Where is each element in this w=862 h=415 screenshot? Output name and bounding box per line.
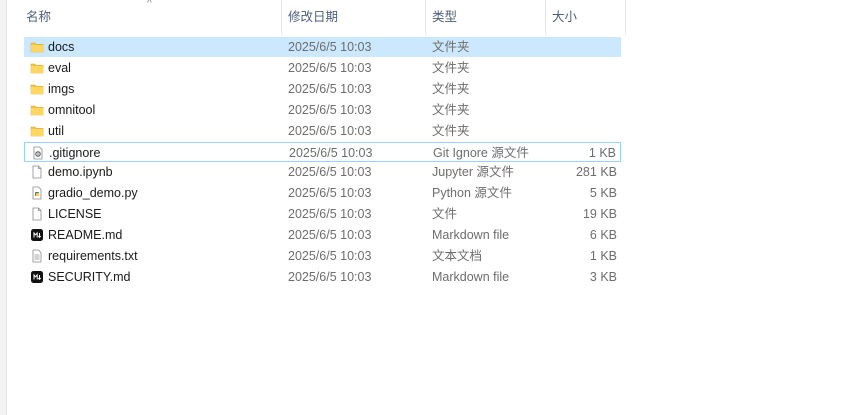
text-file-icon xyxy=(30,249,44,263)
file-type: Jupyter 源文件 xyxy=(432,165,514,180)
file-name: eval xyxy=(48,60,71,75)
file-row[interactable]: SECURITY.md 2025/6/5 10:03 Markdown file 3 … xyxy=(24,267,621,287)
file-name: docs xyxy=(48,40,75,54)
file-size: 19 KB xyxy=(582,207,617,222)
folder-icon xyxy=(30,82,44,96)
file-name: LICENSE xyxy=(48,207,102,222)
folder-icon xyxy=(30,61,44,75)
file-size: 1 KB xyxy=(589,249,617,263)
file-name: demo.ipynb xyxy=(48,165,113,180)
file-modified-date: 2025/6/5 10:03 xyxy=(288,81,372,96)
python-file-icon xyxy=(30,186,44,200)
column-header-type[interactable]: 类型 xyxy=(426,0,546,34)
file-row[interactable]: eval 2025/6/5 10:03 文件夹 xyxy=(24,58,621,78)
file-size: 281 KB xyxy=(575,165,617,180)
file-modified-date: 2025/6/5 10:03 xyxy=(288,228,372,243)
file-row[interactable]: util 2025/6/5 10:03 文件夹 xyxy=(24,121,621,141)
file-name: util xyxy=(48,123,64,138)
settings-file-icon xyxy=(31,146,45,160)
column-header-size[interactable]: 大小 xyxy=(546,0,626,34)
file-type: 文件夹 xyxy=(432,60,470,75)
file-modified-date: 2025/6/5 10:03 xyxy=(288,40,372,54)
file-name: omnitool xyxy=(48,102,96,117)
file-row[interactable]: LICENSE 2025/6/5 10:03 文件 19 KB xyxy=(24,204,621,224)
column-header-modified-label: 修改日期 xyxy=(288,10,339,24)
file-type: 文件夹 xyxy=(432,102,470,117)
folder-icon xyxy=(30,103,44,117)
file-row[interactable]: requirements.txt 2025/6/5 10:03 文本文档 1 KB xyxy=(24,246,621,266)
file-icon xyxy=(30,207,44,221)
file-modified-date: 2025/6/5 10:03 xyxy=(288,207,372,222)
file-name: README.md xyxy=(48,228,123,243)
file-row[interactable]: imgs 2025/6/5 10:03 文件夹 xyxy=(24,79,621,99)
file-size: 1 KB xyxy=(588,145,616,160)
sort-ascending-icon: ^ xyxy=(147,0,152,9)
file-size: 3 KB xyxy=(589,269,617,284)
file-modified-date: 2025/6/5 10:03 xyxy=(288,60,372,75)
navigation-pane-edge xyxy=(0,0,7,415)
file-modified-date: 2025/6/5 10:03 xyxy=(288,102,372,117)
file-type: 文件夹 xyxy=(432,123,470,138)
file-row[interactable]: README.md 2025/6/5 10:03 Markdown file 6 KB xyxy=(24,225,621,245)
markdown-icon xyxy=(30,270,44,284)
file-modified-date: 2025/6/5 10:03 xyxy=(288,269,372,284)
file-modified-date: 2025/6/5 10:03 xyxy=(288,186,372,201)
file-type: Markdown file xyxy=(432,228,510,243)
file-modified-date: 2025/6/5 10:03 xyxy=(288,123,372,138)
file-modified-date: 2025/6/5 10:03 xyxy=(289,145,373,160)
file-type: 文本文档 xyxy=(432,249,483,263)
file-size: 6 KB xyxy=(589,228,617,243)
column-header-size-label: 大小 xyxy=(552,10,578,24)
folder-icon xyxy=(30,124,44,138)
file-row[interactable]: gradio_demo.py 2025/6/5 10:03 Python 源文件 5 … xyxy=(24,183,621,203)
markdown-icon xyxy=(30,228,44,242)
file-type: Python 源文件 xyxy=(432,186,512,201)
file-modified-date: 2025/6/5 10:03 xyxy=(288,165,372,180)
file-size: 5 KB xyxy=(589,186,617,201)
file-modified-date: 2025/6/5 10:03 xyxy=(288,249,372,263)
file-icon xyxy=(30,165,44,179)
file-type: 文件 xyxy=(432,207,458,222)
column-header-bar: 名称 ^ 修改日期 类型 大小 xyxy=(0,0,626,34)
column-header-modified[interactable]: 修改日期 xyxy=(282,0,426,34)
file-row[interactable]: docs 2025/6/5 10:03 文件夹 xyxy=(24,37,621,57)
file-row[interactable]: .gitignore 2025/6/5 10:03 Git Ignore 源文件 1 … xyxy=(24,141,621,162)
file-type: Markdown file xyxy=(432,269,510,284)
file-name: SECURITY.md xyxy=(48,269,131,284)
file-type: 文件夹 xyxy=(432,40,470,54)
file-type: Git Ignore 源文件 xyxy=(433,145,529,160)
file-name: requirements.txt xyxy=(48,249,138,263)
column-header-name-label: 名称 xyxy=(26,10,52,24)
file-name: gradio_demo.py xyxy=(48,186,138,201)
file-row[interactable]: omnitool 2025/6/5 10:03 文件夹 xyxy=(24,100,621,120)
folder-icon xyxy=(30,40,44,54)
file-name: .gitignore xyxy=(49,145,101,160)
file-name: imgs xyxy=(48,81,75,96)
column-header-type-label: 类型 xyxy=(432,10,458,24)
file-type: 文件夹 xyxy=(432,81,470,96)
file-row[interactable]: demo.ipynb 2025/6/5 10:03 Jupyter 源文件 281 K… xyxy=(24,162,621,182)
